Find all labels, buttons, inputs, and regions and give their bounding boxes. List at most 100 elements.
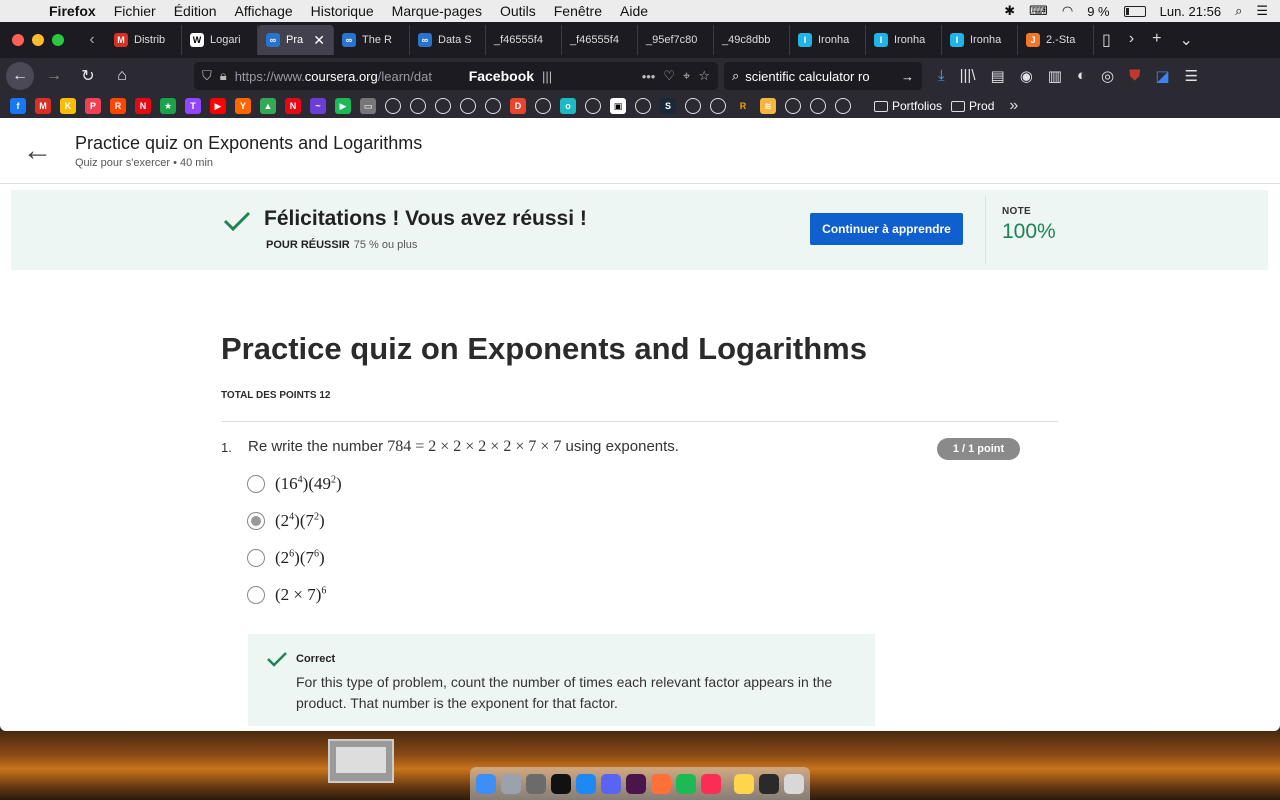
globe-bookmark-icon[interactable]	[485, 98, 501, 114]
new-tab-button[interactable]: +	[1152, 30, 1161, 50]
home-button[interactable]: ⌂	[108, 62, 136, 90]
continue-learning-button[interactable]: Continuer à apprendre	[810, 213, 963, 245]
keyboard-icon[interactable]: ⌨	[1029, 3, 1048, 19]
music-icon[interactable]	[701, 773, 721, 794]
account-icon[interactable]: ◉	[1020, 67, 1033, 85]
browser-tab[interactable]: I Ironha	[866, 25, 942, 55]
slack-icon[interactable]	[626, 773, 646, 794]
tab-scroll-right-icon[interactable]: ›	[1129, 30, 1134, 50]
d-bookmark-icon[interactable]: D	[510, 98, 526, 114]
search-bar[interactable]: ⌕ scientific calculator ro →	[724, 62, 922, 90]
app-menu-icon[interactable]: ☰	[1185, 67, 1198, 85]
globe-bookmark-icon[interactable]	[385, 98, 401, 114]
page-actions-icon[interactable]: •••	[642, 69, 656, 84]
extension-blue-icon[interactable]: ◪	[1155, 67, 1169, 85]
menu-fichier[interactable]: Fichier	[105, 3, 165, 19]
notes-icon[interactable]	[734, 773, 754, 794]
radio-button[interactable]	[247, 549, 265, 567]
container-icon[interactable]: |||	[542, 69, 552, 84]
bookmark-folder-portfolios[interactable]: Portfolios	[874, 99, 942, 113]
youtube-bookmark-icon[interactable]: ▶	[210, 98, 226, 114]
tracking-shield-icon[interactable]: ⛉	[202, 68, 212, 84]
menu-outils[interactable]: Outils	[491, 3, 545, 19]
menu-marque-pages[interactable]: Marque-pages	[383, 3, 491, 19]
back-arrow-icon[interactable]: ←	[0, 134, 75, 168]
tag-icon[interactable]: ⌖	[683, 68, 690, 84]
trash-icon[interactable]	[784, 773, 804, 794]
notification-center-icon[interactable]: ☰	[1256, 3, 1268, 19]
browser-tab[interactable]: _f46555f4	[486, 25, 562, 55]
netflix-n-bookmark-icon[interactable]: N	[285, 98, 301, 114]
globe-bookmark-icon[interactable]	[535, 98, 551, 114]
answer-option[interactable]: (26)(76)	[247, 548, 325, 568]
ycombinator-bookmark-icon[interactable]: Y	[235, 98, 251, 114]
globe-bookmark-icon[interactable]	[585, 98, 601, 114]
menu-fenetre[interactable]: Fenêtre	[545, 3, 611, 19]
extension-icon[interactable]: ◐	[1077, 67, 1086, 85]
discord-icon[interactable]	[601, 773, 621, 794]
search-input[interactable]: scientific calculator ro	[745, 69, 869, 84]
spotlight-search-icon[interactable]: ⌕	[1235, 3, 1242, 19]
close-tab-icon[interactable]: ✕	[313, 32, 325, 49]
keep-bookmark-icon[interactable]: K	[60, 98, 76, 114]
bookmarks-overflow-icon[interactable]: »	[1009, 97, 1018, 115]
pocket-icon[interactable]: ♡	[663, 68, 675, 84]
star-bookmark-icon[interactable]: ★	[160, 98, 176, 114]
lock-icon[interactable]: 🔒︎	[220, 68, 227, 84]
steam-bookmark-icon[interactable]: S	[660, 98, 676, 114]
radio-button[interactable]	[247, 512, 265, 530]
menu-app-firefox[interactable]: Firefox	[40, 3, 105, 19]
spotify-icon[interactable]	[676, 773, 696, 794]
o-bookmark-icon[interactable]: o	[560, 98, 576, 114]
radio-button[interactable]	[247, 586, 265, 604]
bluetooth-icon[interactable]: ✱	[1004, 3, 1015, 19]
menu-aide[interactable]: Aide	[611, 3, 657, 19]
downloads-folder-icon[interactable]	[759, 773, 779, 794]
globe-bookmark-icon[interactable]	[835, 98, 851, 114]
sidebar-icon[interactable]: ▤	[991, 67, 1005, 85]
screenshot-thumbnail[interactable]	[328, 739, 394, 783]
browser-tab[interactable]: I Ironha	[790, 25, 866, 55]
launchpad-icon[interactable]	[501, 773, 521, 794]
window-bookmark-icon[interactable]: ▭	[360, 98, 376, 114]
globe-bookmark-icon[interactable]	[410, 98, 426, 114]
zoom-window-button[interactable]	[52, 34, 64, 46]
pocket-bookmark-icon[interactable]: P	[85, 98, 101, 114]
facebook-bookmark-icon[interactable]: f	[10, 98, 26, 114]
app-store-icon[interactable]	[576, 773, 596, 794]
browser-tab[interactable]: M Distrib	[106, 25, 182, 55]
purple-bookmark-icon[interactable]: ~	[310, 98, 326, 114]
browser-tab[interactable]: ∞ The R	[334, 25, 410, 55]
r-bookmark-icon[interactable]: R	[735, 98, 751, 114]
finder-icon[interactable]	[476, 773, 496, 794]
container-tabs-icon[interactable]: ▥	[1048, 67, 1062, 85]
reddit-bookmark-icon[interactable]: R	[110, 98, 126, 114]
answer-option[interactable]: (2 × 7)6	[247, 585, 326, 605]
browser-tab[interactable]: ∞ Pra ✕	[258, 25, 334, 55]
browser-tab[interactable]: J 2.-Sta	[1018, 25, 1094, 55]
browser-tab[interactable]: I Ironha	[942, 25, 1018, 55]
globe-bookmark-icon[interactable]	[460, 98, 476, 114]
stripes-bookmark-icon[interactable]: ≋	[760, 98, 776, 114]
gmail-bookmark-icon[interactable]: M	[35, 98, 51, 114]
globe-bookmark-icon[interactable]	[685, 98, 701, 114]
browser-tab[interactable]: W Logari	[182, 25, 258, 55]
play-bookmark-icon[interactable]: ▶	[335, 98, 351, 114]
library-icon[interactable]: |||\	[960, 67, 976, 85]
url-bar[interactable]: ⛉ 🔒︎ https://www.coursera.org/learn/dat …	[194, 62, 718, 90]
blank-tab-icon[interactable]: ▯	[1102, 30, 1111, 50]
netflix-bookmark-icon[interactable]: N	[135, 98, 151, 114]
back-button[interactable]: ←	[6, 62, 34, 90]
browser-tab[interactable]: _95ef7c80	[638, 25, 714, 55]
twitch-bookmark-icon[interactable]: T	[185, 98, 201, 114]
close-window-button[interactable]	[12, 34, 24, 46]
reload-button[interactable]: ↻	[74, 62, 102, 90]
firefox-icon[interactable]	[651, 773, 671, 794]
answer-option[interactable]: (164)(492)	[247, 474, 342, 494]
tab-scroll-left-icon[interactable]: ‹	[78, 31, 106, 49]
globe-bookmark-icon[interactable]	[810, 98, 826, 114]
drive-bookmark-icon[interactable]: ▲	[260, 98, 276, 114]
radio-button[interactable]	[247, 475, 265, 493]
facebook-container-label[interactable]: Facebook	[469, 68, 534, 84]
browser-tab[interactable]: _f46555f4	[562, 25, 638, 55]
